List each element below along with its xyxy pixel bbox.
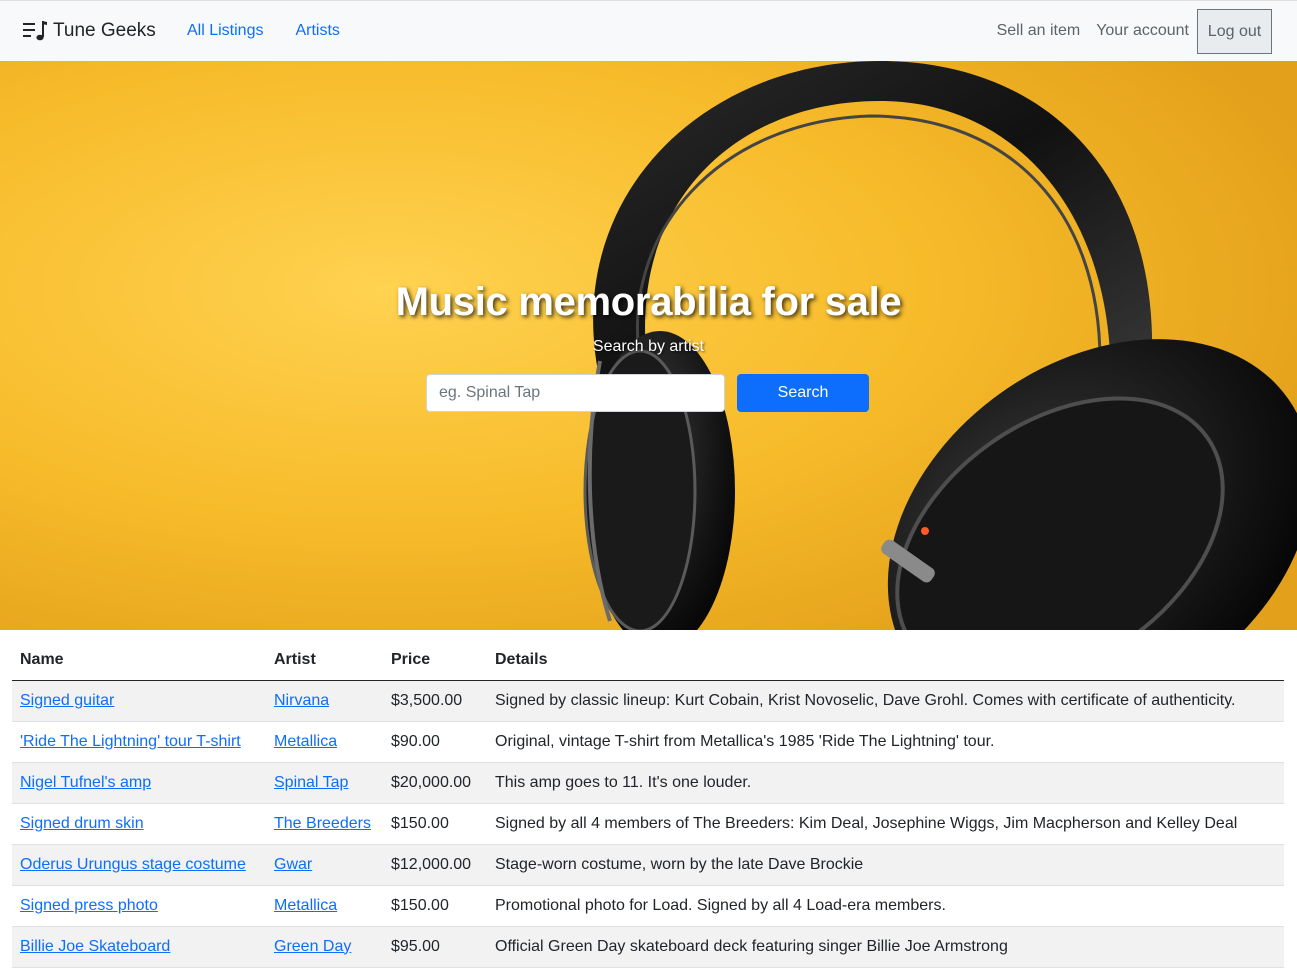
item-details: Stage-worn costume, worn by the late Dav…	[487, 844, 1284, 886]
search-label: Search by artist	[592, 338, 705, 355]
main-nav: All Listings Artists	[187, 22, 340, 40]
table-header-row: Name Artist Price Details	[12, 640, 1284, 681]
hero-title: Music memorabilia for sale	[395, 280, 902, 324]
artist-link[interactable]: Spinal Tap	[274, 774, 348, 791]
table-row: Billie Joe Skateboard Green Day $95.00 O…	[12, 926, 1284, 968]
item-details: Promotional photo for Load. Signed by al…	[487, 885, 1284, 927]
header-name: Name	[12, 640, 266, 681]
header-price: Price	[383, 640, 487, 681]
item-details: Original, vintage T-shirt from Metallica…	[487, 721, 1284, 763]
item-price: $95.00	[383, 926, 487, 968]
item-details: Official Green Day skateboard deck featu…	[487, 926, 1284, 968]
item-price: $20,000.00	[383, 762, 487, 804]
search-button[interactable]: Search	[737, 374, 869, 412]
item-price: $3,500.00	[383, 680, 487, 722]
item-name-link[interactable]: 'Ride The Lightning' tour T-shirt	[20, 733, 241, 750]
artist-link[interactable]: Metallica	[274, 897, 337, 914]
table-row: Nigel Tufnel's amp Spinal Tap $20,000.00…	[12, 762, 1284, 804]
item-name-link[interactable]: Oderus Urungus stage costume	[20, 856, 246, 873]
table-row: Signed drum skin The Breeders $150.00 Si…	[12, 803, 1284, 845]
item-price: $90.00	[383, 721, 487, 763]
item-price: $12,000.00	[383, 844, 487, 886]
nav-artists[interactable]: Artists	[295, 22, 339, 40]
hero-banner: Music memorabilia for sale Search by art…	[0, 61, 1297, 630]
table-row: Signed guitar Nirvana $3,500.00 Signed b…	[12, 680, 1284, 722]
nav-sell-item[interactable]: Sell an item	[997, 22, 1081, 40]
account-nav: Sell an item Your account Log out	[997, 9, 1272, 54]
listings-table: Name Artist Price Details Signed guitar …	[12, 640, 1284, 968]
item-details: This amp goes to 11. It's one louder.	[487, 762, 1284, 804]
artist-link[interactable]: The Breeders	[274, 815, 371, 832]
table-row: Signed press photo Metallica $150.00 Pro…	[12, 885, 1284, 927]
item-details: Signed by all 4 members of The Breeders:…	[487, 803, 1284, 845]
music-list-icon	[23, 21, 47, 41]
nav-your-account[interactable]: Your account	[1096, 22, 1189, 40]
nav-all-listings[interactable]: All Listings	[187, 22, 263, 40]
table-row: 'Ride The Lightning' tour T-shirt Metall…	[12, 721, 1284, 763]
item-name-link[interactable]: Signed guitar	[20, 692, 114, 709]
brand-name: Tune Geeks	[53, 20, 156, 41]
item-price: $150.00	[383, 885, 487, 927]
item-price: $150.00	[383, 803, 487, 845]
brand-link[interactable]: Tune Geeks	[23, 20, 156, 42]
artist-search-input[interactable]	[426, 374, 725, 412]
item-name-link[interactable]: Signed press photo	[20, 897, 158, 914]
artist-link[interactable]: Metallica	[274, 733, 337, 750]
item-details: Signed by classic lineup: Kurt Cobain, K…	[487, 680, 1284, 722]
header-artist: Artist	[266, 640, 383, 681]
artist-link[interactable]: Green Day	[274, 938, 351, 955]
header-details: Details	[487, 640, 1284, 681]
artist-link[interactable]: Nirvana	[274, 692, 329, 709]
item-name-link[interactable]: Signed drum skin	[20, 815, 144, 832]
hero-content: Music memorabilia for sale Search by art…	[0, 61, 1297, 630]
logout-button[interactable]: Log out	[1197, 9, 1272, 54]
artist-link[interactable]: Gwar	[274, 856, 312, 873]
navbar: Tune Geeks All Listings Artists Sell an …	[0, 0, 1297, 61]
table-row: Oderus Urungus stage costume Gwar $12,00…	[12, 844, 1284, 886]
item-name-link[interactable]: Nigel Tufnel's amp	[20, 774, 151, 791]
item-name-link[interactable]: Billie Joe Skateboard	[20, 938, 170, 955]
